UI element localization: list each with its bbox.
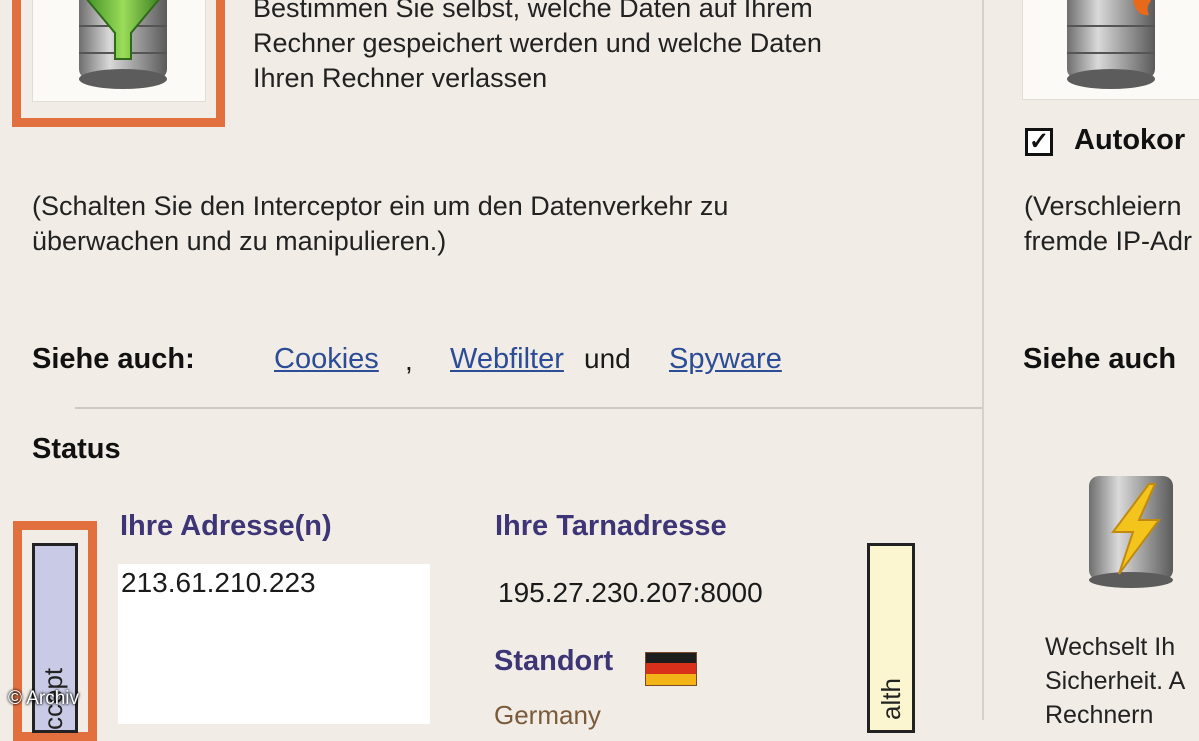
webfilter-link[interactable]: Webfilter — [450, 343, 564, 376]
location-value: Germany — [494, 700, 601, 730]
funnel-database-icon — [79, 0, 167, 89]
autoconnect-checkbox[interactable]: ✓ — [1025, 128, 1053, 156]
horizontal-section-divider — [75, 407, 982, 409]
location-heading: Standort — [494, 645, 614, 677]
interceptor-description-line: Bestimmen Sie selbst, welche Daten auf I… — [253, 0, 813, 23]
right-feature-icon-tile[interactable] — [1022, 0, 1199, 100]
status-title: Status — [32, 433, 121, 465]
stealth-toggle-label: alth — [876, 678, 906, 720]
spyware-link[interactable]: Spyware — [669, 343, 782, 376]
autoconnect-label: Autokor — [1074, 124, 1186, 156]
switch-description-line: Rechnern — [1045, 701, 1154, 729]
link-separator-and: und — [584, 343, 631, 374]
germany-flag-icon — [645, 652, 697, 686]
your-address-heading: Ihre Adresse(n) — [120, 510, 332, 542]
copyright-watermark: © Archiv — [8, 688, 80, 709]
right-see-also-label: Siehe auch — [1023, 343, 1177, 375]
interceptor-description-line: Ihren Rechner verlassen — [253, 63, 548, 93]
see-also-label: Siehe auch: — [32, 343, 195, 375]
switch-description: Wechselt Ih Sicherheit. A Rechnern — [1045, 630, 1185, 732]
stealth-address-heading: Ihre Tarnadresse — [495, 510, 727, 542]
cookies-link[interactable]: Cookies — [274, 343, 379, 376]
your-address-value: 213.61.210.223 — [121, 567, 316, 598]
interceptor-hint: (Schalten Sie den Interceptor ein um den… — [32, 189, 728, 259]
right-hint-line: fremde IP-Adr — [1024, 226, 1193, 256]
interceptor-hint-line: (Schalten Sie den Interceptor ein um den… — [32, 191, 729, 221]
right-hint-line: (Verschleiern — [1024, 191, 1182, 221]
interceptor-icon-tile[interactable] — [32, 0, 206, 102]
interceptor-hint-line: überwachen und zu manipulieren.) — [32, 226, 447, 256]
lightning-database-icon[interactable] — [1085, 470, 1179, 590]
fire-database-icon — [1067, 0, 1155, 89]
switch-description-line: Wechselt Ih — [1045, 633, 1176, 661]
link-separator-comma: , — [405, 345, 413, 376]
vertical-panel-divider — [982, 0, 984, 720]
stealth-address-value: 195.27.230.207:8000 — [498, 577, 763, 608]
interceptor-description: Bestimmen Sie selbst, welche Daten auf I… — [253, 0, 822, 96]
switch-description-line: Sicherheit. A — [1045, 667, 1186, 695]
right-hint: (Verschleiern fremde IP-Adr — [1024, 189, 1192, 259]
interceptor-description-line: Rechner gespeichert werden und welche Da… — [253, 28, 822, 58]
